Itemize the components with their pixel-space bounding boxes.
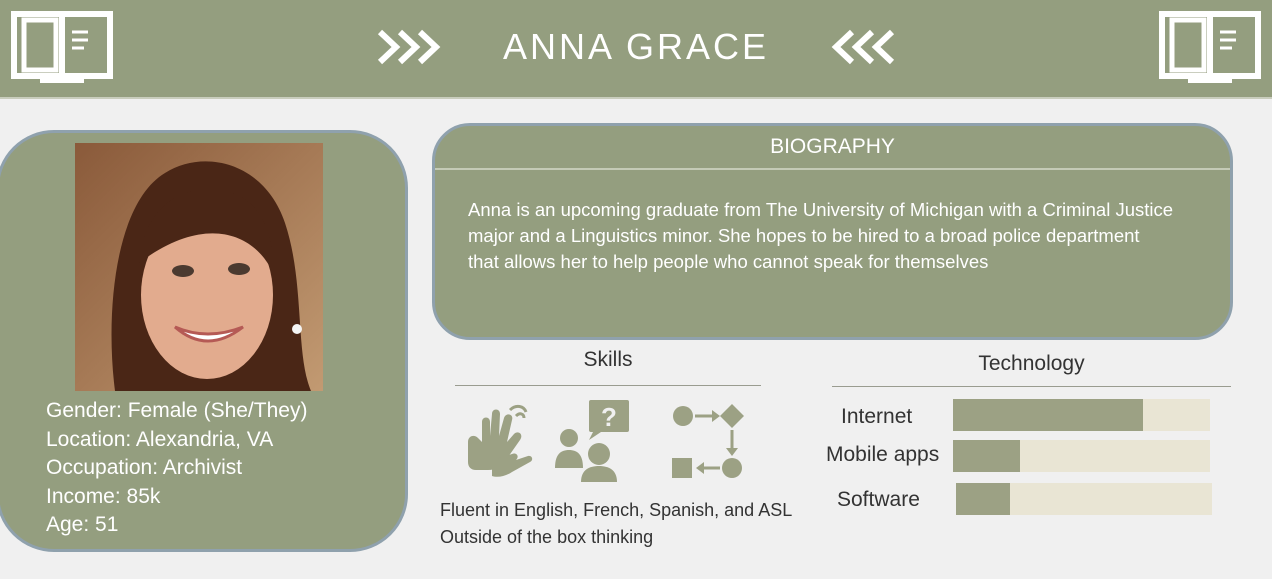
biography-line: Anna is an upcoming graduate from The Un…: [468, 199, 1174, 220]
svg-text:?: ?: [601, 402, 617, 432]
tech-bar-fill: [953, 399, 1144, 431]
technology-title: Technology: [978, 352, 1085, 375]
tech-bar-fill: [953, 440, 1020, 472]
age-text: Age: 51: [46, 513, 119, 536]
income-text: Income: 85k: [46, 484, 161, 508]
flowchart-icon: [672, 404, 744, 478]
occupation-text: Occupation: Archivist: [46, 456, 243, 479]
header-banner: ANNA GRACE: [0, 0, 1272, 99]
page-title: ANNA GRACE: [502, 26, 770, 67]
tech-label-internet: Internet: [841, 405, 913, 428]
biography-title: BIOGRAPHY: [770, 135, 895, 158]
sign-language-icon: [468, 404, 533, 477]
people-question-icon: ?: [555, 400, 629, 482]
chevrons-left-icon: [831, 29, 894, 65]
skills-title: Skills: [583, 348, 633, 371]
tech-bar-internet: [953, 399, 1210, 431]
tech-bar-software: [956, 483, 1212, 515]
tech-label-software: Software: [837, 488, 920, 511]
biography-text: Anna is an upcoming graduate from The Un…: [468, 197, 1220, 275]
biography-line: major and a Linguistics minor. She hopes…: [468, 225, 1140, 246]
tech-bar-mobile-apps: [953, 440, 1210, 472]
biography-card: BIOGRAPHY Anna is an upcoming graduate f…: [432, 123, 1233, 340]
location-text: Location: Alexandria, VA: [46, 427, 274, 451]
skills-divider: [455, 385, 761, 386]
tech-label-mobile-apps: Mobile apps: [826, 443, 940, 466]
book-icon: [11, 11, 113, 83]
tech-bar-fill: [956, 483, 1010, 515]
profile-details: Gender: Female (She/They) Location: Alex…: [46, 397, 307, 540]
gender-text: Gender: Female (She/They): [46, 399, 308, 422]
skill-item: Outside of the box thinking: [440, 527, 654, 547]
technology-divider: [832, 386, 1231, 387]
skills-list: Fluent in English, French, Spanish, and …: [440, 497, 792, 551]
biography-divider: [435, 168, 1230, 170]
skill-item: Fluent in English, French, Spanish, and …: [440, 500, 793, 520]
book-icon: [1159, 11, 1261, 83]
portrait-photo: [75, 143, 323, 391]
biography-line: that allows her to help people who canno…: [468, 251, 989, 272]
